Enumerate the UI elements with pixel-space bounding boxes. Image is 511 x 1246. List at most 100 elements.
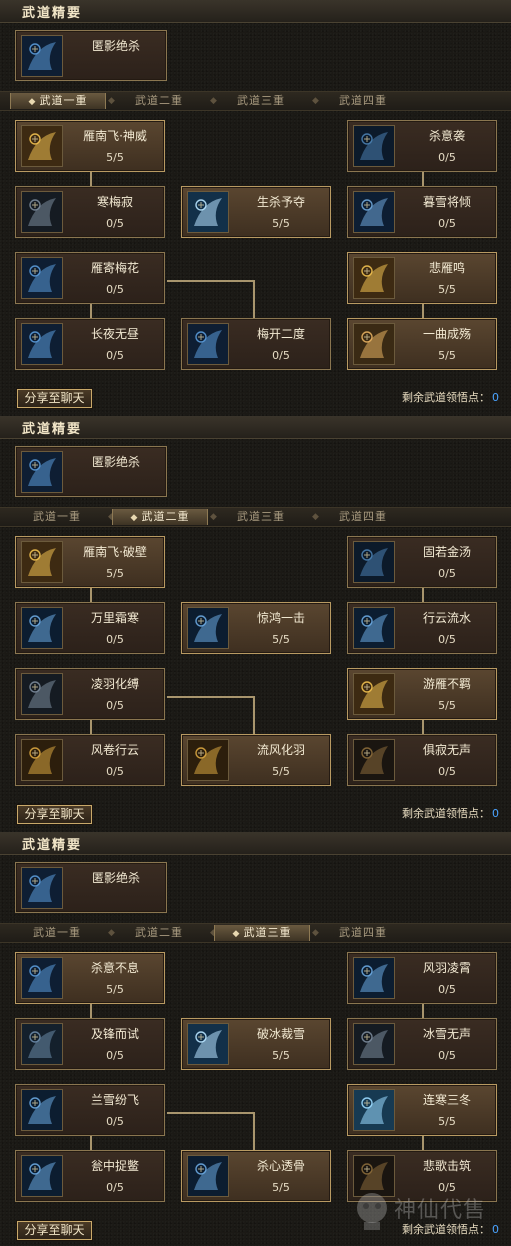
tab-tier-4[interactable]: 武道四重 — [316, 93, 410, 109]
skill-panel: 武道精要匿影绝杀武道一重◆◆武道二重◆武道三重◆武道四重雁南飞·破壁5/5固若金… — [0, 416, 511, 830]
skill-slot[interactable]: 行云流水 0/5 — [347, 602, 497, 654]
wing-fire-icon — [354, 258, 394, 298]
skill-slot[interactable]: 雁南飞·神威 5/5 — [15, 120, 165, 172]
skill-slot[interactable]: 固若金汤 0/5 — [347, 536, 497, 588]
skill-icon-frame — [353, 1023, 395, 1065]
connector-line — [422, 588, 424, 602]
tab-tier-2[interactable]: ◆ 武道二重 — [112, 509, 208, 525]
skill-icon-frame — [353, 191, 395, 233]
skill-slot[interactable]: 一曲成殇 5/5 — [347, 318, 497, 370]
blade-icon — [22, 192, 62, 232]
skill-slot[interactable]: 破冰裁雪 5/5 — [181, 1018, 331, 1070]
frost-slash-icon — [354, 958, 394, 998]
skill-icon-frame — [21, 323, 63, 365]
blade-icon — [354, 1024, 394, 1064]
skill-level: 0/5 — [438, 983, 456, 996]
tab-label: 武道四重 — [339, 94, 387, 107]
skill-slot[interactable]: 悲雁鸣 5/5 — [347, 252, 497, 304]
essence-slot[interactable]: 匿影绝杀 — [15, 30, 167, 81]
tab-tier-3[interactable]: 武道三重 — [214, 93, 308, 109]
connector-line — [90, 304, 92, 318]
tab-tier-4[interactable]: 武道四重 — [316, 925, 410, 941]
flame-burst-icon — [354, 324, 394, 364]
skill-slot[interactable]: 万里霜寒 0/5 — [15, 602, 165, 654]
remaining-points-label: 剩余武道领悟点： — [402, 807, 490, 820]
skill-slot[interactable]: 连寒三冬 5/5 — [347, 1084, 497, 1136]
skill-slot[interactable]: 生杀予夺 5/5 — [181, 186, 331, 238]
wing-fire-icon — [22, 542, 62, 582]
skill-icon-frame — [353, 673, 395, 715]
connector-line — [422, 720, 424, 734]
tab-tier-4[interactable]: 武道四重 — [316, 509, 410, 525]
skill-name: 雁寄梅花 — [90, 261, 139, 275]
tab-label: 武道一重 — [39, 94, 88, 107]
skill-slot[interactable]: 游雁不羁 5/5 — [347, 668, 497, 720]
skill-name: 行云流水 — [422, 611, 471, 625]
skill-slot[interactable]: 寒梅寂 0/5 — [15, 186, 165, 238]
skill-icon-frame — [21, 191, 63, 233]
tab-label: 武道一重 — [33, 926, 81, 939]
skill-level: 0/5 — [438, 567, 456, 580]
skill-slot[interactable]: 杀意袭 0/5 — [347, 120, 497, 172]
skill-slot[interactable]: 长夜无昼 0/5 — [15, 318, 165, 370]
tab-tier-1[interactable]: 武道一重 — [10, 925, 104, 941]
skill-icon-frame — [187, 1155, 229, 1197]
tab-label: 武道一重 — [33, 510, 81, 523]
wolf-fang-icon — [22, 324, 62, 364]
tab-tier-3[interactable]: ◆ 武道三重 — [214, 925, 310, 941]
skill-slot[interactable]: 瓮中捉鳖 0/5 — [15, 1150, 165, 1202]
skill-slot[interactable]: 杀心透骨 5/5 — [181, 1150, 331, 1202]
skill-slot[interactable]: 及锋而试 0/5 — [15, 1018, 165, 1070]
skill-level: 5/5 — [438, 283, 456, 296]
skill-slot[interactable]: 暮雪将倾 0/5 — [347, 186, 497, 238]
skill-level: 5/5 — [106, 567, 124, 580]
skill-slot[interactable]: 惊鸿一击 5/5 — [181, 602, 331, 654]
tab-label: 武道四重 — [339, 926, 387, 939]
skill-slot[interactable]: 俱寂无声 0/5 — [347, 734, 497, 786]
skill-level: 0/5 — [106, 1049, 124, 1062]
essence-name: 匿影绝杀 — [91, 871, 140, 885]
skill-slot[interactable]: 流风化羽 5/5 — [181, 734, 331, 786]
skill-slot[interactable]: 风羽凌霄 0/5 — [347, 952, 497, 1004]
skill-slot[interactable]: 梅开二度 0/5 — [181, 318, 331, 370]
skill-name: 一曲成殇 — [422, 327, 471, 341]
share-to-chat-button[interactable]: 分享至聊天 — [17, 389, 92, 408]
skill-name: 兰雪纷飞 — [90, 1093, 139, 1107]
tab-tier-1[interactable]: ◆ 武道一重 — [10, 93, 106, 109]
tab-tier-1[interactable]: 武道一重 — [10, 509, 104, 525]
skill-name: 风羽凌霄 — [422, 961, 471, 975]
skill-name: 连寒三冬 — [422, 1093, 471, 1107]
share-to-chat-button[interactable]: 分享至聊天 — [17, 805, 92, 824]
skill-level: 0/5 — [106, 1115, 124, 1128]
skill-slot[interactable]: 雁南飞·破壁 5/5 — [15, 536, 165, 588]
active-diamond-icon: ◆ — [232, 929, 241, 939]
skill-slot[interactable]: 风卷行云 0/5 — [15, 734, 165, 786]
skill-slot[interactable]: 兰雪纷飞 0/5 — [15, 1084, 165, 1136]
skill-slot[interactable]: 雁寄梅花 0/5 — [15, 252, 165, 304]
skill-icon-frame — [353, 957, 395, 999]
skill-name: 破冰裁雪 — [256, 1027, 305, 1041]
essence-slot[interactable]: 匿影绝杀 — [15, 446, 167, 497]
remaining-points: 剩余武道领悟点： 0 — [402, 389, 499, 405]
section-title: 武道精要 — [22, 422, 83, 437]
skill-icon-frame — [353, 323, 395, 365]
skill-slot[interactable]: 凌羽化缚 0/5 — [15, 668, 165, 720]
connector-line — [90, 1136, 92, 1150]
share-to-chat-button[interactable]: 分享至聊天 — [17, 1221, 92, 1240]
tab-tier-2[interactable]: 武道二重 — [112, 925, 206, 941]
skill-panel: 武道精要 匿影绝杀 ◆ 武道一重 ◆ 武道二重 ◆ 武道三重 ◆ 武道四重 雁南飞·神威 5/5 杀意袭… — [0, 0, 511, 414]
tab-label: 武道三重 — [237, 94, 285, 107]
tab-label: 武道二重 — [135, 926, 183, 939]
tab-tier-3[interactable]: 武道三重 — [214, 509, 308, 525]
section-header: 武道精要 — [0, 0, 511, 23]
ice-shard-icon — [354, 126, 394, 166]
skill-slot[interactable]: 冰雪无声 0/5 — [347, 1018, 497, 1070]
tab-tier-2[interactable]: 武道二重 — [112, 93, 206, 109]
active-diamond-icon: ◆ — [28, 97, 37, 107]
skill-slot[interactable]: 杀意不息 5/5 — [15, 952, 165, 1004]
skill-name: 雁南飞·神威 — [83, 129, 147, 143]
skill-icon-frame — [353, 541, 395, 583]
skill-name: 杀心透骨 — [256, 1159, 305, 1173]
connector-line — [90, 720, 92, 734]
essence-slot[interactable]: 匿影绝杀 — [15, 862, 167, 913]
